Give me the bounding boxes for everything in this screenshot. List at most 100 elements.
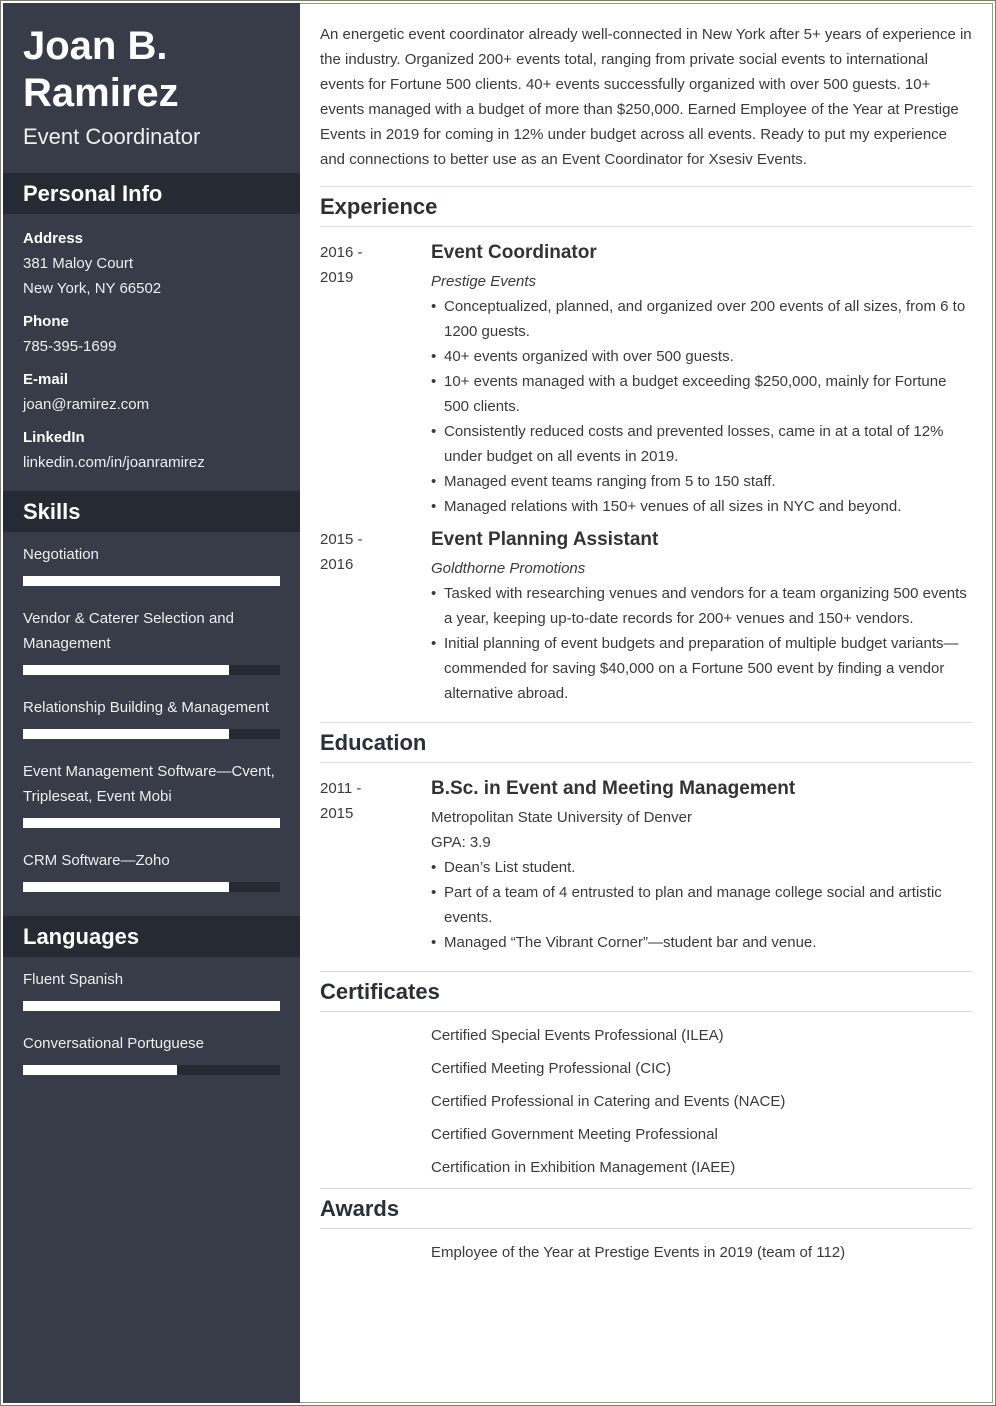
entry-body: Event Planning Assistant Goldthorne Prom… [431, 527, 973, 706]
experience-heading: Experience [320, 186, 973, 227]
phone-block: Phone 785-395-1699 [23, 309, 280, 359]
certificate-item: Certified Special Events Professional (I… [431, 1027, 724, 1044]
skill-level-fill [23, 729, 229, 739]
certificate-item: Certified Meeting Professional (CIC) [431, 1060, 672, 1077]
company-name: Goldthorne Promotions [431, 560, 586, 577]
skill-level-bar [23, 576, 280, 586]
language-level-fill [23, 1001, 280, 1011]
list-item: 40+ events organized with over 500 guest… [431, 344, 973, 369]
skill-name: Event Management Software—Cvent, Triples… [23, 763, 275, 805]
achievement-list: Conceptualized, planned, and organized o… [431, 294, 973, 519]
language-name: Conversational Portuguese [23, 1035, 204, 1052]
gpa: GPA: 3.9 [431, 834, 491, 851]
linkedin-value: linkedin.com/in/joanramirez [23, 454, 205, 471]
skills-list: Negotiation Vendor & Caterer Selection a… [3, 532, 300, 916]
email-block: E-mail joan@ramirez.com [23, 367, 280, 417]
awards-list: Employee of the Year at Prestige Events … [431, 1229, 973, 1265]
school-name: Metropolitan State University of Denver [431, 809, 692, 826]
job-title: Event Planning Assistant [431, 529, 659, 550]
entry-body: Event Coordinator Prestige Events Concep… [431, 240, 973, 519]
skill-item: Relationship Building & Management [23, 695, 280, 739]
education-heading: Education [320, 722, 973, 763]
email-value: joan@ramirez.com [23, 396, 150, 413]
skill-name: CRM Software—Zoho [23, 852, 170, 869]
entry-date: 2011 - 2015 [320, 776, 431, 955]
list-item: Managed “The Vibrant Corner”—student bar… [431, 930, 973, 955]
skill-level-fill [23, 665, 229, 675]
skill-item: Event Management Software—Cvent, Triples… [23, 759, 280, 828]
list-item: Conceptualized, planned, and organized o… [431, 294, 973, 344]
language-level-fill [23, 1065, 178, 1075]
address-label: Address [23, 230, 84, 247]
profile-header: Joan B. Ramirez Event Coordinator [3, 3, 300, 152]
skill-level-bar [23, 729, 280, 739]
skill-level-bar [23, 882, 280, 892]
certificate-item: Certified Professional in Catering and E… [431, 1093, 786, 1110]
skill-level-bar [23, 818, 280, 828]
date-end: 2019 [320, 269, 354, 286]
certificates-list: Certified Special Events Professional (I… [431, 1012, 973, 1180]
company-name: Prestige Events [431, 273, 537, 290]
skill-name: Relationship Building & Management [23, 699, 269, 716]
skill-level-fill [23, 818, 280, 828]
address-block: Address 381 Maloy Court New York, NY 665… [23, 226, 280, 301]
date-start: 2011 - [320, 780, 362, 797]
list-item: Managed relations with 150+ venues of al… [431, 494, 973, 519]
experience-entry: 2016 - 2019 Event Coordinator Prestige E… [320, 240, 973, 519]
skill-item: CRM Software—Zoho [23, 848, 280, 892]
entry-date: 2015 - 2016 [320, 527, 431, 706]
degree-title: B.Sc. in Event and Meeting Management [431, 778, 796, 799]
list-item: Tasked with researching venues and vendo… [431, 581, 973, 631]
experience-entry: 2015 - 2016 Event Planning Assistant Gol… [320, 527, 973, 706]
skill-name: Vendor & Caterer Selection and Managemen… [23, 610, 234, 652]
summary: An energetic event coordinator already w… [320, 26, 972, 168]
address-line-2: New York, NY 66502 [23, 280, 162, 297]
date-end: 2015 [320, 805, 354, 822]
languages-list: Fluent Spanish Conversational Portuguese [3, 957, 300, 1099]
skill-item: Negotiation [23, 542, 280, 586]
list-item: Consistently reduced costs and prevented… [431, 419, 973, 469]
skill-name: Negotiation [23, 546, 99, 563]
address-line-1: 381 Maloy Court [23, 255, 134, 272]
main-content: An energetic event coordinator already w… [320, 22, 973, 1273]
date-start: 2015 - [320, 531, 363, 548]
entry-body: B.Sc. in Event and Meeting Management Me… [431, 776, 973, 955]
certificates-heading: Certificates [320, 971, 973, 1012]
linkedin-label: LinkedIn [23, 429, 85, 446]
job-title: Event Coordinator [431, 242, 597, 263]
certificate-item: Certification in Exhibition Management (… [431, 1159, 736, 1176]
name-line-1: Joan B. [23, 24, 168, 68]
linkedin-block: LinkedIn linkedin.com/in/joanramirez [23, 425, 280, 475]
email-label: E-mail [23, 371, 69, 388]
language-level-bar [23, 1001, 280, 1011]
list-item: Managed event teams ranging from 5 to 15… [431, 469, 973, 494]
sidebar: Joan B. Ramirez Event Coordinator Person… [3, 3, 300, 1403]
skill-level-fill [23, 576, 280, 586]
entry-date: 2016 - 2019 [320, 240, 431, 519]
language-level-bar [23, 1065, 280, 1075]
job-title: Event Coordinator [23, 124, 201, 149]
candidate-name: Joan B. Ramirez [23, 23, 280, 117]
award-item: Employee of the Year at Prestige Events … [431, 1244, 846, 1261]
list-item: 10+ events managed with a budget exceedi… [431, 369, 973, 419]
language-item: Conversational Portuguese [23, 1031, 280, 1075]
education-entry: 2011 - 2015 B.Sc. in Event and Meeting M… [320, 776, 973, 955]
list-item: Part of a team of 4 entrusted to plan an… [431, 880, 973, 930]
date-start: 2016 - [320, 244, 363, 261]
phone-label: Phone [23, 313, 69, 330]
list-item: Dean’s List student. [431, 855, 973, 880]
languages-heading: Languages [3, 916, 300, 957]
list-item: Initial planning of event budgets and pr… [431, 631, 973, 706]
personal-info-heading: Personal Info [3, 173, 300, 214]
language-item: Fluent Spanish [23, 967, 280, 1011]
achievement-list: Tasked with researching venues and vendo… [431, 581, 973, 706]
skill-level-bar [23, 665, 280, 675]
awards-heading: Awards [320, 1188, 973, 1229]
date-end: 2016 [320, 556, 354, 573]
phone-value: 785-395-1699 [23, 338, 117, 355]
certificate-item: Certified Government Meeting Professiona… [431, 1126, 718, 1143]
skills-heading: Skills [3, 491, 300, 532]
education-highlights: Dean’s List student. Part of a team of 4… [431, 855, 973, 955]
personal-info: Address 381 Maloy Court New York, NY 665… [3, 214, 300, 489]
language-name: Fluent Spanish [23, 971, 124, 988]
